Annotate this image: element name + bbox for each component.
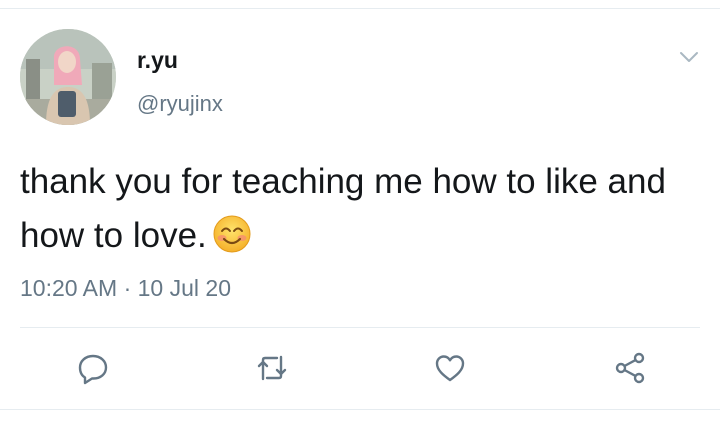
share-icon xyxy=(615,352,645,384)
smiling-face-with-smiling-eyes-icon xyxy=(213,215,251,253)
avatar[interactable] xyxy=(20,29,116,125)
bottom-divider xyxy=(0,409,720,410)
avatar-image xyxy=(20,29,116,125)
retweet-button[interactable] xyxy=(252,348,292,388)
tweet-text-body: thank you for teaching me how to like an… xyxy=(20,162,666,255)
chevron-down-icon[interactable] xyxy=(674,44,704,70)
heart-icon xyxy=(435,355,465,382)
tweet-card: r.yu @ryujinx thank you for teaching me … xyxy=(0,0,720,422)
display-name[interactable]: r.yu xyxy=(137,46,178,74)
timestamp-separator: · xyxy=(123,275,132,301)
timestamp[interactable]: 10:20 AM · 10 Jul 20 xyxy=(20,274,231,302)
action-bar xyxy=(0,348,720,388)
tweet-text: thank you for teaching me how to like an… xyxy=(20,155,700,263)
user-handle[interactable]: @ryujinx xyxy=(137,90,223,118)
tweet-time: 10:20 AM xyxy=(20,275,118,301)
tweet-date: 10 Jul 20 xyxy=(137,275,231,301)
reply-icon xyxy=(78,354,108,385)
actions-divider xyxy=(20,327,700,328)
like-button[interactable] xyxy=(430,348,470,388)
top-divider xyxy=(0,8,720,9)
reply-button[interactable] xyxy=(73,348,113,388)
share-button[interactable] xyxy=(610,348,650,388)
retweet-icon xyxy=(257,355,287,381)
